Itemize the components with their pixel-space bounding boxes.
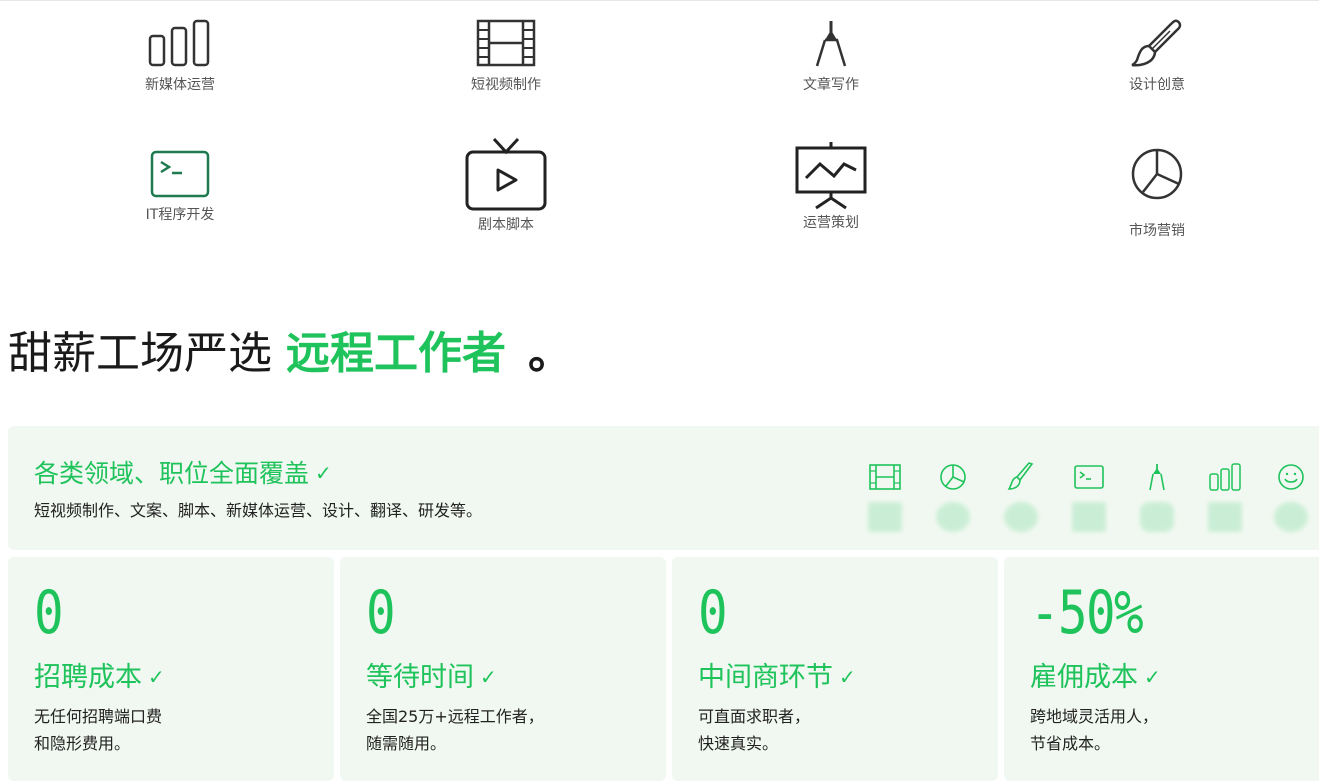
pie-chart-icon xyxy=(940,464,966,490)
category-it-development[interactable]: IT程序开发 xyxy=(80,142,280,224)
page-title: 甜薪工场严选 远程工作者 。 xyxy=(8,322,572,386)
stat-value: 0 xyxy=(698,578,728,648)
bar-chart-icon xyxy=(148,19,210,67)
stat-title-row: 中间商环节 ✓ xyxy=(698,659,856,696)
check-icon: ✓ xyxy=(315,461,332,485)
category-label: IT程序开发 xyxy=(145,207,215,223)
stat-title: 招聘成本 xyxy=(34,662,142,693)
headline-suffix: 。 xyxy=(528,328,572,379)
reflection-icon xyxy=(1208,502,1242,532)
stat-description: 跨地域灵活用人， 节省成本。 xyxy=(1030,703,1158,757)
stat-title-row: 雇佣成本 ✓ xyxy=(1030,659,1161,696)
stat-title: 雇佣成本 xyxy=(1030,662,1138,693)
stat-desc-line: 跨地域灵活用人， xyxy=(1030,707,1159,726)
stat-card-recruit-cost: 0 招聘成本 ✓ 无任何招聘端口费 和隐形费用。 xyxy=(8,557,334,781)
stat-card-middleman: 0 中间商环节 ✓ 可直面求职者， 快速真实。 xyxy=(672,557,998,781)
tv-play-icon xyxy=(465,137,547,211)
reflection-icon xyxy=(1004,502,1038,532)
pen-nib-icon xyxy=(1149,464,1165,491)
bar-chart-icon xyxy=(1209,463,1241,491)
smiley-icon xyxy=(1278,464,1304,490)
category-marketing[interactable]: 市场营销 xyxy=(1057,146,1257,240)
stat-title-row: 招聘成本 ✓ xyxy=(34,659,165,696)
check-icon: ✓ xyxy=(148,665,165,689)
paint-brush-icon xyxy=(1007,462,1034,490)
reflection-icon xyxy=(1274,502,1308,532)
reflection-icon xyxy=(868,502,902,532)
check-icon: ✓ xyxy=(1144,665,1161,689)
stat-desc-line: 快速真实。 xyxy=(698,734,779,753)
category-script[interactable]: 剧本脚本 xyxy=(406,136,606,234)
coverage-panel: 各类领域、职位全面覆盖 ✓ 短视频制作、文案、脚本、新媒体运营、设计、翻译、研发等… xyxy=(8,426,1319,550)
stat-title-row: 等待时间 ✓ xyxy=(366,659,497,696)
reflection-icon xyxy=(1072,502,1106,532)
category-new-media[interactable]: 新媒体运营 xyxy=(80,18,280,94)
paint-brush-icon xyxy=(1131,19,1182,67)
stat-desc-line: 可直面求职者， xyxy=(698,707,811,726)
check-icon: ✓ xyxy=(839,665,856,689)
stat-value: 0 xyxy=(34,578,64,648)
stat-description: 可直面求职者， 快速真实。 xyxy=(698,703,810,757)
film-strip-icon xyxy=(869,464,901,490)
category-design[interactable]: 设计创意 xyxy=(1057,18,1257,94)
coverage-description: 短视频制作、文案、脚本、新媒体运营、设计、翻译、研发等。 xyxy=(34,501,483,520)
stat-description: 无任何招聘端口费 和隐形费用。 xyxy=(34,703,162,757)
reflection-icon xyxy=(1140,502,1174,532)
stat-value: -50% xyxy=(1030,578,1144,648)
stat-description: 全国25万+远程工作者， 随需随用。 xyxy=(366,703,544,757)
category-grid: 新媒体运营 短视频制作 文章写作 设计创意 IT程序开发 剧本脚本 运营策划 市… xyxy=(0,0,1319,260)
reflection-icon xyxy=(936,502,970,532)
stat-title: 中间商环节 xyxy=(698,662,833,693)
coverage-title: 各类领域、职位全面覆盖 xyxy=(34,459,310,488)
pie-chart-icon xyxy=(1131,148,1183,200)
category-label: 运营策划 xyxy=(803,215,859,231)
stat-card-employ-cost: -50% 雇佣成本 ✓ 跨地域灵活用人， 节省成本。 xyxy=(1004,557,1319,781)
category-short-video[interactable]: 短视频制作 xyxy=(406,18,606,94)
stat-title: 等待时间 xyxy=(366,662,474,693)
terminal-icon xyxy=(1074,465,1104,489)
category-label: 短视频制作 xyxy=(471,77,541,93)
category-label: 新媒体运营 xyxy=(145,77,215,93)
stat-desc-line: 和隐形费用。 xyxy=(34,734,131,753)
category-label: 文章写作 xyxy=(803,77,859,93)
stat-desc-line: 全国25万+远程工作者， xyxy=(366,707,544,726)
check-icon: ✓ xyxy=(480,665,497,689)
category-label: 剧本脚本 xyxy=(478,217,534,233)
category-operation-planning[interactable]: 运营策划 xyxy=(731,140,931,232)
stat-desc-line: 随需随用。 xyxy=(366,734,447,753)
film-strip-icon xyxy=(476,19,536,67)
headline-prefix: 甜薪工场严选 xyxy=(8,328,272,379)
stat-desc-line: 无任何招聘端口费 xyxy=(34,707,163,726)
category-label: 设计创意 xyxy=(1129,77,1185,93)
presentation-board-icon xyxy=(795,142,867,210)
coverage-title-row: 各类领域、职位全面覆盖 ✓ xyxy=(34,456,332,491)
stat-desc-line: 节省成本。 xyxy=(1030,734,1111,753)
headline-highlight: 远程工作者 xyxy=(286,328,506,379)
stat-card-wait-time: 0 等待时间 ✓ 全国25万+远程工作者， 随需随用。 xyxy=(340,557,666,781)
coverage-icon-row xyxy=(860,460,1310,550)
stat-value: 0 xyxy=(366,578,396,648)
category-label: 市场营销 xyxy=(1129,223,1185,239)
pen-nib-icon xyxy=(815,21,847,67)
terminal-icon xyxy=(150,150,210,198)
category-article-writing[interactable]: 文章写作 xyxy=(731,18,931,94)
